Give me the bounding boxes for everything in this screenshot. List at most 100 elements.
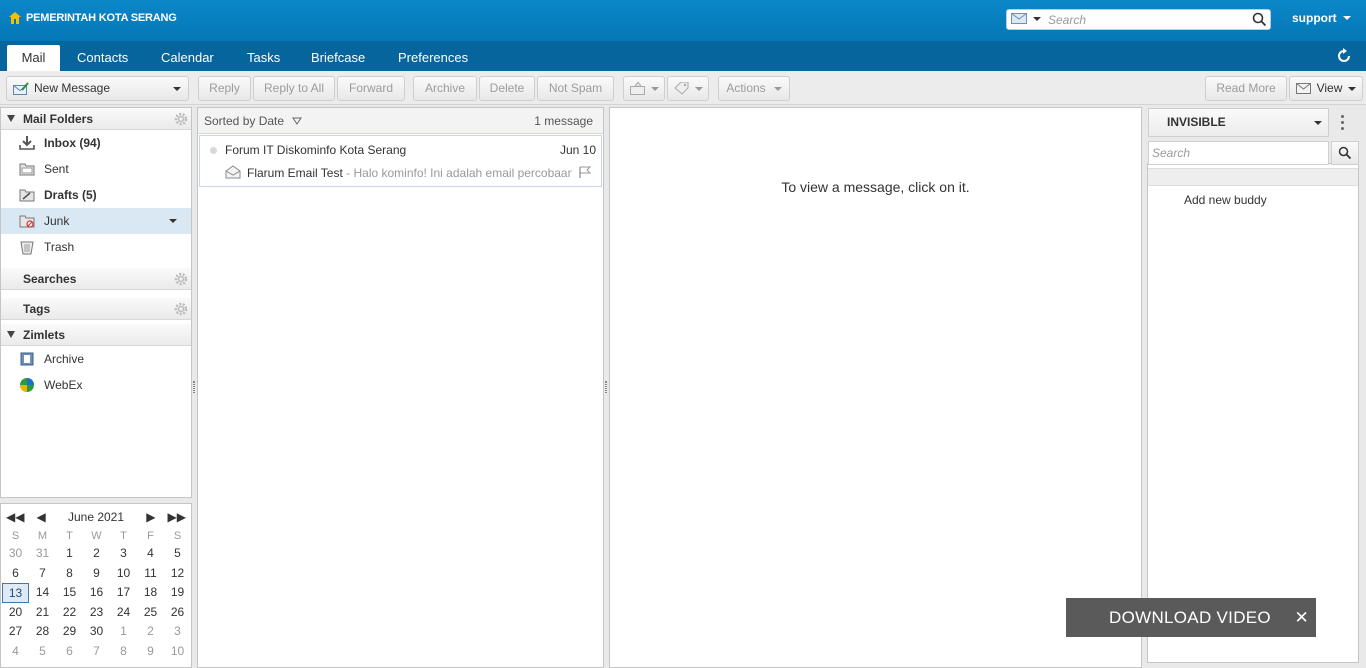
calendar-day[interactable]: 19: [164, 583, 191, 603]
calendar-day[interactable]: 5: [164, 544, 191, 564]
folder-trash[interactable]: Trash: [1, 234, 191, 260]
calendar-day[interactable]: 10: [164, 642, 191, 662]
new-message-button[interactable]: New Message: [6, 76, 189, 101]
zimlet-webex[interactable]: WebEx: [1, 372, 191, 398]
move-button[interactable]: [623, 76, 665, 101]
calendar-day[interactable]: 8: [56, 564, 83, 584]
actions-button[interactable]: Actions: [718, 76, 790, 101]
calendar-day[interactable]: 1: [56, 544, 83, 564]
prev-year-icon[interactable]: ◀◀: [6, 510, 24, 524]
not-spam-button[interactable]: Not Spam: [537, 76, 614, 101]
calendar-day[interactable]: 30: [2, 544, 29, 564]
forward-button[interactable]: Forward: [337, 76, 405, 101]
calendar-day[interactable]: 3: [110, 544, 137, 564]
calendar-day[interactable]: 1: [110, 622, 137, 642]
folder-sent[interactable]: Sent: [1, 156, 191, 182]
calendar-day[interactable]: 8: [110, 642, 137, 662]
unread-indicator-icon[interactable]: [210, 147, 217, 154]
calendar-day[interactable]: 2: [83, 544, 110, 564]
calendar-day[interactable]: 31: [29, 544, 56, 564]
reply-all-button[interactable]: Reply to All: [253, 76, 335, 101]
chevron-down-icon[interactable]: [169, 219, 177, 223]
read-more-button[interactable]: Read More: [1205, 76, 1287, 101]
calendar-day[interactable]: 30: [83, 622, 110, 642]
zimlet-archive[interactable]: Archive: [1, 346, 191, 372]
sort-control[interactable]: Sorted by Date: [204, 114, 302, 128]
gear-icon[interactable]: [174, 112, 188, 129]
calendar-day[interactable]: 27: [2, 622, 29, 642]
tab-calendar[interactable]: Calendar: [147, 45, 228, 71]
calendar-day[interactable]: 9: [137, 642, 164, 662]
calendar-day[interactable]: 10: [110, 564, 137, 584]
calendar-day[interactable]: 13: [2, 583, 29, 603]
calendar-day[interactable]: 6: [2, 564, 29, 584]
add-new-buddy-link[interactable]: Add new buddy: [1184, 193, 1267, 207]
calendar-day[interactable]: 24: [110, 603, 137, 623]
reply-button[interactable]: Reply: [198, 76, 251, 101]
calendar-day[interactable]: 4: [137, 544, 164, 564]
calendar-day[interactable]: 4: [2, 642, 29, 662]
tab-tasks[interactable]: Tasks: [233, 45, 294, 71]
calendar-day[interactable]: 22: [56, 603, 83, 623]
flag-icon[interactable]: [579, 166, 592, 182]
panel-resize-handle[interactable]: [605, 381, 607, 393]
calendar-day[interactable]: 21: [29, 603, 56, 623]
close-icon[interactable]: ✕: [1294, 598, 1309, 637]
calendar-day[interactable]: 29: [56, 622, 83, 642]
global-search[interactable]: Search: [1006, 9, 1271, 30]
tags-header[interactable]: Tags: [1, 298, 191, 320]
calendar-day[interactable]: 7: [83, 642, 110, 662]
folder-inbox[interactable]: Inbox (94): [1, 130, 191, 156]
collapse-icon[interactable]: [7, 331, 15, 338]
gear-icon[interactable]: [174, 272, 188, 289]
view-button[interactable]: View: [1289, 76, 1363, 101]
calendar-day[interactable]: 5: [29, 642, 56, 662]
calendar-day[interactable]: 9: [83, 564, 110, 584]
calendar-day[interactable]: 20: [2, 603, 29, 623]
prev-month-icon[interactable]: ◀: [36, 510, 45, 524]
tag-button[interactable]: [667, 76, 709, 101]
calendar-day[interactable]: 28: [29, 622, 56, 642]
panel-resize-handle[interactable]: [193, 381, 195, 393]
collapse-icon[interactable]: [7, 115, 15, 122]
buddy-search-input[interactable]: Search: [1148, 141, 1329, 165]
gear-icon[interactable]: [174, 302, 188, 319]
search-icon[interactable]: [1252, 12, 1267, 30]
buddy-search-button[interactable]: [1331, 141, 1359, 165]
tab-preferences[interactable]: Preferences: [384, 45, 482, 71]
next-year-icon[interactable]: ▶▶: [168, 510, 186, 524]
message-row[interactable]: Forum IT Diskominfo Kota Serang Jun 10 F…: [199, 135, 602, 187]
calendar-day[interactable]: 6: [56, 642, 83, 662]
presence-status-select[interactable]: INVISIBLE: [1148, 108, 1329, 137]
zimlets-header[interactable]: Zimlets: [1, 324, 191, 346]
search-input[interactable]: Search: [1048, 13, 1086, 27]
calendar-day[interactable]: 11: [137, 564, 164, 584]
calendar-day[interactable]: 14: [29, 583, 56, 603]
calendar-day[interactable]: 15: [56, 583, 83, 603]
refresh-icon[interactable]: [1336, 48, 1352, 67]
calendar-day[interactable]: 3: [164, 622, 191, 642]
next-month-icon[interactable]: ▶: [146, 510, 155, 524]
delete-button[interactable]: Delete: [479, 76, 535, 101]
calendar-day[interactable]: 12: [164, 564, 191, 584]
more-options-icon[interactable]: [1341, 115, 1344, 130]
calendar-day[interactable]: 26: [164, 603, 191, 623]
searches-header[interactable]: Searches: [1, 268, 191, 290]
calendar-day[interactable]: 7: [29, 564, 56, 584]
org-logo[interactable]: PEMERINTAH KOTA SERANG: [8, 11, 177, 25]
calendar-day[interactable]: 17: [110, 583, 137, 603]
calendar-day[interactable]: 23: [83, 603, 110, 623]
chevron-down-icon[interactable]: [173, 87, 181, 91]
tab-contacts[interactable]: Contacts: [63, 45, 142, 71]
search-type-selector[interactable]: [1011, 13, 1041, 24]
user-menu[interactable]: support: [1292, 11, 1351, 25]
calendar-day[interactable]: 18: [137, 583, 164, 603]
calendar-day[interactable]: 25: [137, 603, 164, 623]
folder-junk[interactable]: Junk: [1, 208, 191, 234]
calendar-day[interactable]: 2: [137, 622, 164, 642]
tab-briefcase[interactable]: Briefcase: [297, 45, 379, 71]
download-video-banner[interactable]: DOWNLOAD VIDEO ✕: [1066, 598, 1316, 637]
mail-folders-header[interactable]: Mail Folders: [1, 108, 191, 130]
tab-mail[interactable]: Mail: [7, 45, 60, 71]
folder-drafts[interactable]: Drafts (5): [1, 182, 191, 208]
